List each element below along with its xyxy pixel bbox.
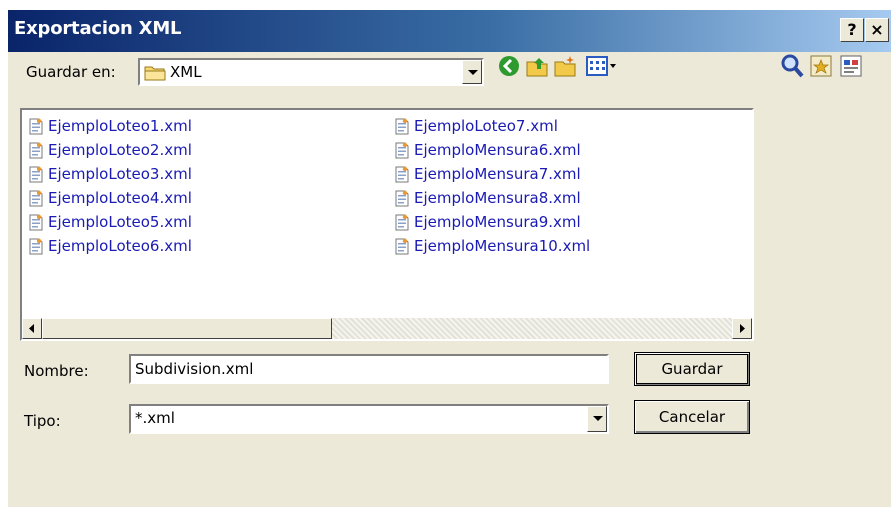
file-item[interactable]: EjemploMensura10.xml <box>394 237 590 257</box>
scroll-left-button[interactable] <box>22 318 42 339</box>
xml-file-icon <box>29 118 43 135</box>
file-item[interactable]: EjemploLoteo3.xml <box>28 165 192 185</box>
xml-file-icon <box>395 190 409 207</box>
filename-input[interactable] <box>129 354 609 384</box>
search-icon[interactable] <box>779 52 805 80</box>
filename-label: Nombre: <box>24 362 89 380</box>
folder-icon <box>144 66 166 81</box>
file-item[interactable]: EjemploMensura9.xml <box>394 213 581 233</box>
xml-file-icon <box>395 142 409 159</box>
file-name: EjemploMensura7.xml <box>414 165 581 183</box>
filetype-label: Tipo: <box>24 412 61 430</box>
file-name: EjemploLoteo2.xml <box>48 141 192 159</box>
xml-file-icon <box>395 238 409 255</box>
up-folder-icon[interactable] <box>525 54 549 78</box>
back-icon[interactable] <box>497 54 521 78</box>
favorites-icon[interactable] <box>809 52 835 80</box>
file-item[interactable]: EjemploMensura8.xml <box>394 189 581 209</box>
filetype-dropdown-button[interactable] <box>587 406 607 432</box>
help-button[interactable]: ? <box>840 18 864 42</box>
file-name: EjemploMensura10.xml <box>414 237 591 255</box>
title-bar[interactable]: Exportacion XML ? × <box>8 10 891 52</box>
file-item[interactable]: EjemploLoteo1.xml <box>28 117 192 137</box>
file-item[interactable]: EjemploLoteo7.xml <box>394 117 558 137</box>
xml-file-icon <box>29 142 43 159</box>
export-dialog: Exportacion XML ? × Guardar en: XML Ejem… <box>8 10 891 507</box>
file-item[interactable]: EjemploLoteo2.xml <box>28 141 192 161</box>
cancel-button[interactable]: Cancelar <box>634 400 750 434</box>
file-item[interactable]: EjemploLoteo6.xml <box>28 237 192 257</box>
file-list[interactable]: EjemploLoteo1.xml EjemploLoteo2.xml Ejempl… <box>20 108 754 341</box>
filetype-value: *.xml <box>135 409 175 427</box>
file-name: EjemploMensura8.xml <box>414 189 581 207</box>
scroll-thumb[interactable] <box>42 318 332 339</box>
file-name: EjemploLoteo1.xml <box>48 117 192 135</box>
xml-file-icon <box>29 238 43 255</box>
xml-file-icon <box>395 166 409 183</box>
file-item[interactable]: EjemploLoteo4.xml <box>28 189 192 209</box>
xml-file-icon <box>29 190 43 207</box>
horizontal-scrollbar[interactable] <box>22 318 752 339</box>
save-in-label: Guardar en: <box>26 63 116 81</box>
file-name: EjemploLoteo7.xml <box>414 117 558 135</box>
file-item[interactable]: EjemploMensura7.xml <box>394 165 581 185</box>
save-in-value: XML <box>170 63 202 81</box>
view-menu-icon[interactable] <box>585 54 619 78</box>
file-name: EjemploMensura9.xml <box>414 213 581 231</box>
save-in-dropdown-button[interactable] <box>462 60 482 84</box>
close-button[interactable]: × <box>865 18 889 42</box>
properties-icon[interactable] <box>839 52 865 80</box>
xml-file-icon <box>395 214 409 231</box>
file-name: EjemploMensura6.xml <box>414 141 581 159</box>
file-name: EjemploLoteo4.xml <box>48 189 192 207</box>
dialog-title: Exportacion XML <box>14 18 182 39</box>
xml-file-icon <box>29 214 43 231</box>
save-in-combo[interactable]: XML <box>138 58 484 86</box>
file-item[interactable]: EjemploMensura6.xml <box>394 141 581 161</box>
xml-file-icon <box>395 118 409 135</box>
file-name: EjemploLoteo5.xml <box>48 213 192 231</box>
save-button[interactable]: Guardar <box>634 352 750 386</box>
xml-file-icon <box>29 166 43 183</box>
scroll-right-button[interactable] <box>732 318 752 339</box>
filetype-combo[interactable]: *.xml <box>129 404 609 434</box>
file-name: EjemploLoteo6.xml <box>48 237 192 255</box>
file-name: EjemploLoteo3.xml <box>48 165 192 183</box>
file-item[interactable]: EjemploLoteo5.xml <box>28 213 192 233</box>
new-folder-icon[interactable] <box>553 54 577 78</box>
